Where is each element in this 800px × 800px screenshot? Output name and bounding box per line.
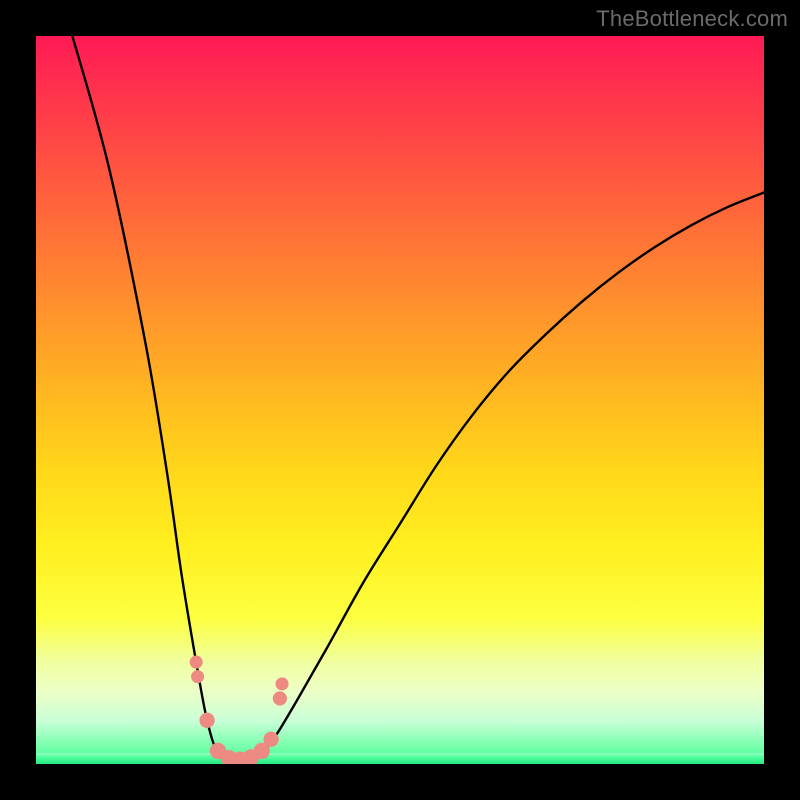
watermark-text: TheBottleneck.com <box>596 6 788 32</box>
chart-marker <box>199 713 214 728</box>
chart-marker <box>276 677 289 690</box>
chart-marker <box>191 670 204 683</box>
chart-svg <box>36 36 764 764</box>
chart-plot-area <box>36 36 764 764</box>
chart-curve <box>72 36 764 761</box>
chart-marker <box>190 656 203 669</box>
curve-path <box>72 36 764 761</box>
chart-marker <box>273 691 287 705</box>
chart-frame: TheBottleneck.com <box>0 0 800 800</box>
chart-marker <box>264 732 279 747</box>
